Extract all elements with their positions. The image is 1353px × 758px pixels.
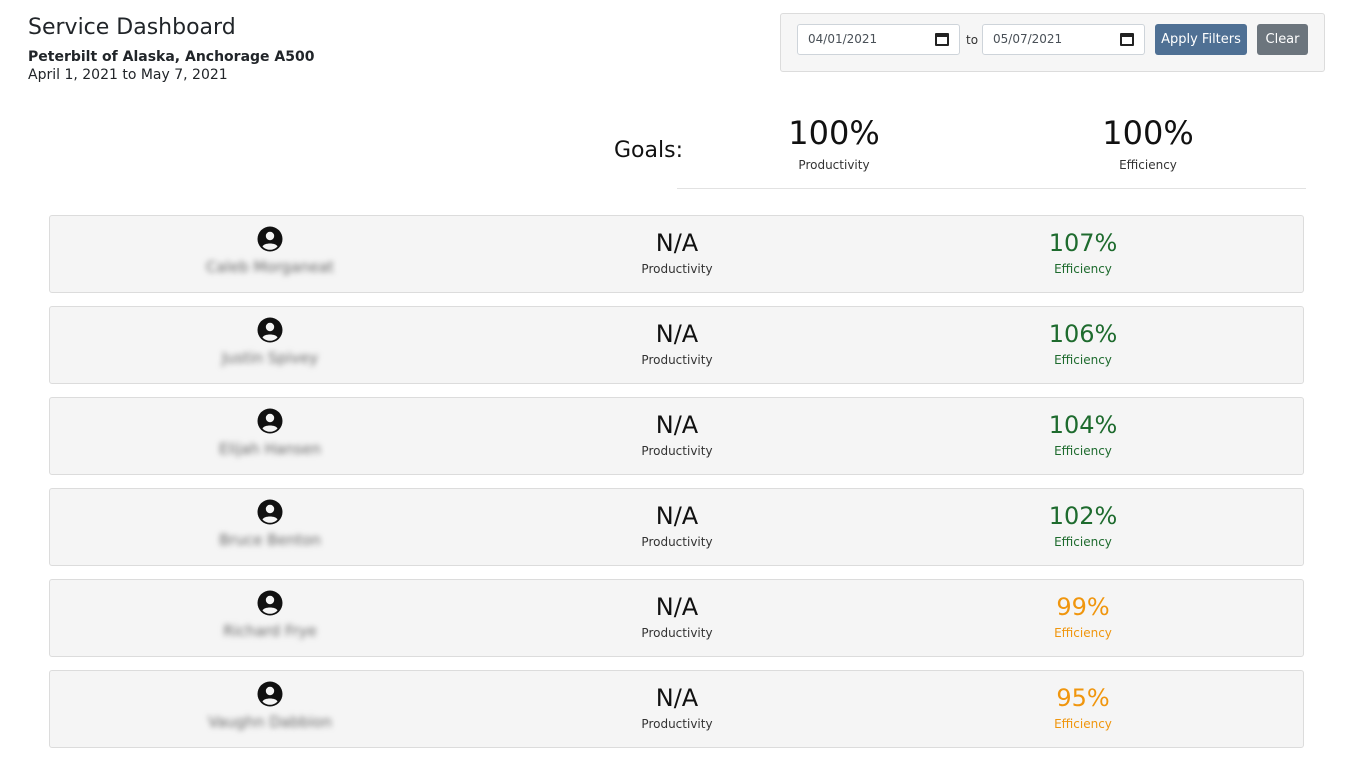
efficiency-value: 106% (1048, 320, 1118, 348)
productivity-metric: N/A Productivity (597, 501, 757, 549)
date-range-text: April 1, 2021 to May 7, 2021 (28, 67, 228, 83)
goals-label: Goals: (614, 138, 683, 163)
goal-productivity: 100% Productivity (734, 114, 934, 172)
efficiency-label: Efficiency (1054, 717, 1112, 731)
calendar-icon[interactable] (1120, 33, 1134, 46)
technician-name: Caleb Morganeat (206, 258, 334, 276)
efficiency-metric: 106% Efficiency (1003, 319, 1163, 367)
goals-divider (677, 188, 1306, 189)
technician-name: Bruce Benton (219, 531, 321, 549)
productivity-label: Productivity (641, 535, 713, 549)
productivity-label: Productivity (641, 353, 713, 367)
productivity-value: N/A (655, 229, 699, 257)
user-circle-icon (257, 317, 283, 343)
efficiency-label: Efficiency (1054, 353, 1112, 367)
calendar-icon[interactable] (935, 33, 949, 46)
technician-row[interactable]: Elijah Hansen N/A Productivity 104% Efficien… (49, 397, 1304, 475)
clear-button[interactable]: Clear (1257, 24, 1308, 55)
efficiency-value: 99% (1056, 593, 1110, 621)
efficiency-label: Efficiency (1054, 444, 1112, 458)
to-date-value: 05/07/2021 (993, 32, 1063, 46)
efficiency-value: 104% (1048, 411, 1118, 439)
efficiency-label: Efficiency (1054, 626, 1112, 640)
user-circle-icon (257, 499, 283, 525)
dealer-name: Peterbilt of Alaska, Anchorage A500 (28, 49, 315, 65)
productivity-value: N/A (655, 320, 699, 348)
from-date-value: 04/01/2021 (808, 32, 878, 46)
productivity-metric: N/A Productivity (597, 228, 757, 276)
user-circle-icon (257, 226, 283, 252)
efficiency-metric: 95% Efficiency (1003, 683, 1163, 731)
from-date-input[interactable]: 04/01/2021 (797, 24, 960, 55)
page-header: Service Dashboard Peterbilt of Alaska, A… (28, 14, 314, 84)
technician-name: Justin Spivey (221, 349, 319, 367)
page-title: Service Dashboard (28, 15, 236, 40)
efficiency-label: Efficiency (1054, 535, 1112, 549)
to-date-input[interactable]: 05/07/2021 (982, 24, 1145, 55)
technician-row[interactable]: Richard Frye N/A Productivity 99% Efficiency (49, 579, 1304, 657)
technician-name: Richard Frye (223, 622, 317, 640)
efficiency-value: 107% (1048, 229, 1118, 257)
technician-name: Elijah Hansen (219, 440, 321, 458)
productivity-value: N/A (655, 684, 699, 712)
goal-efficiency: 100% Efficiency (1048, 114, 1248, 172)
efficiency-label: Efficiency (1054, 262, 1112, 276)
productivity-metric: N/A Productivity (597, 410, 757, 458)
efficiency-metric: 104% Efficiency (1003, 410, 1163, 458)
efficiency-value: 102% (1048, 502, 1118, 530)
user-circle-icon (257, 408, 283, 434)
service-dashboard: Service Dashboard Peterbilt of Alaska, A… (0, 0, 1353, 758)
to-label: to (966, 33, 979, 47)
apply-filters-button[interactable]: Apply Filters (1155, 24, 1247, 55)
technician-row[interactable]: Bruce Benton N/A Productivity 102% Efficienc… (49, 488, 1304, 566)
goal-productivity-value: 100% (788, 114, 880, 152)
user-circle-icon (257, 681, 283, 707)
filter-panel: 04/01/2021 to 05/07/2021 Apply Filters C… (780, 13, 1325, 72)
productivity-value: N/A (655, 502, 699, 530)
productivity-metric: N/A Productivity (597, 683, 757, 731)
technician-row[interactable]: Caleb Morganeat N/A Productivity 107% Effici… (49, 215, 1304, 293)
productivity-label: Productivity (641, 262, 713, 276)
technician-row[interactable]: Justin Spivey N/A Productivity 106% Efficien… (49, 306, 1304, 384)
efficiency-metric: 107% Efficiency (1003, 228, 1163, 276)
productivity-label: Productivity (641, 626, 713, 640)
efficiency-metric: 102% Efficiency (1003, 501, 1163, 549)
productivity-label: Productivity (641, 717, 713, 731)
productivity-metric: N/A Productivity (597, 592, 757, 640)
user-circle-icon (257, 590, 283, 616)
productivity-value: N/A (655, 411, 699, 439)
productivity-value: N/A (655, 593, 699, 621)
efficiency-value: 95% (1056, 684, 1110, 712)
productivity-metric: N/A Productivity (597, 319, 757, 367)
goal-efficiency-label: Efficiency (1119, 158, 1177, 172)
goal-productivity-label: Productivity (798, 158, 870, 172)
technician-name: Vaughn Dabbion (208, 713, 332, 731)
goal-efficiency-value: 100% (1102, 114, 1194, 152)
technician-row[interactable]: Vaughn Dabbion N/A Productivity 95% Efficien… (49, 670, 1304, 748)
efficiency-metric: 99% Efficiency (1003, 592, 1163, 640)
productivity-label: Productivity (641, 444, 713, 458)
